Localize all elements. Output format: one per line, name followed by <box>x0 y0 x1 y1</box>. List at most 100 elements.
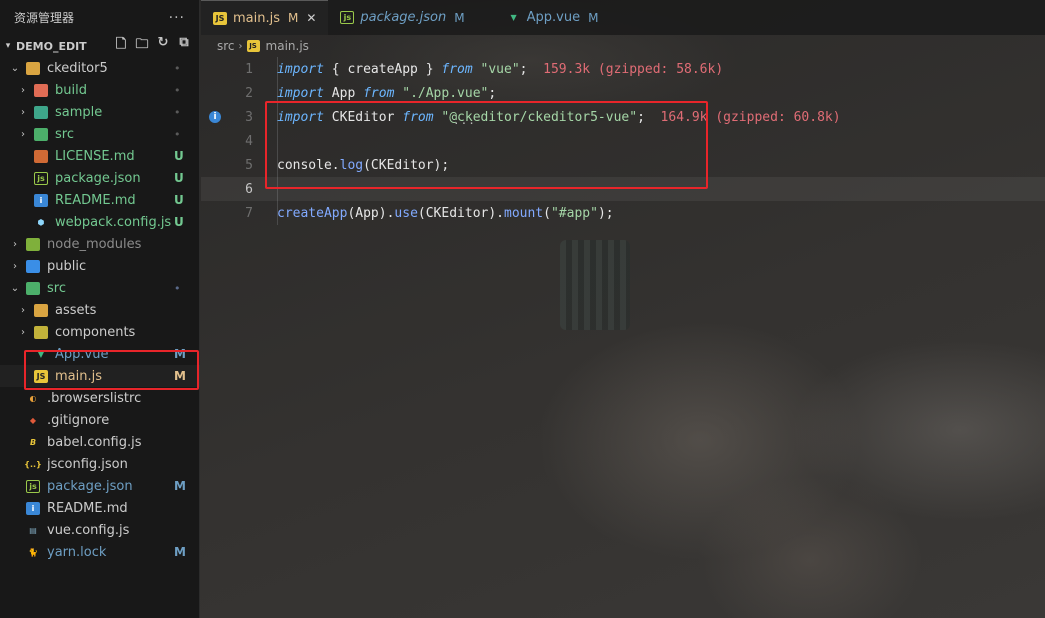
tree-item-sample[interactable]: › sample • <box>0 101 200 123</box>
tree-item-webpack-config[interactable]: ⬢ webpack.config.js U <box>0 211 200 233</box>
function-token: use <box>394 205 418 221</box>
breadcrumb: src › JS main.js <box>201 35 1045 57</box>
info-icon[interactable]: i <box>209 111 221 123</box>
code-editor[interactable]: 1 import { createApp } from "vue"; 159.3… <box>201 57 1045 257</box>
tree-item-readme[interactable]: i README.md U <box>0 189 200 211</box>
chevron-right-icon: › <box>21 326 25 338</box>
tree-item-components[interactable]: › components <box>0 321 200 343</box>
more-actions-icon[interactable]: ··· <box>169 10 185 26</box>
info-icon: i <box>34 193 48 207</box>
tree-item-src-root[interactable]: ⌄ src • <box>0 277 200 299</box>
code-token: ); <box>597 205 614 221</box>
tree-item-assets[interactable]: › assets <box>0 299 200 321</box>
tree-item-main-js[interactable]: JS main.js M <box>0 365 200 387</box>
code-line: 5 console.log(CKEditor); <box>201 153 1045 177</box>
code-token: CKEditor <box>323 109 403 125</box>
tree-item-src[interactable]: › src • <box>0 123 200 145</box>
line-number: 1 <box>245 61 253 77</box>
code-line: i 3 import CKEditor from "@ckeditor/cked… <box>201 105 1045 129</box>
code-text: console.log(CKEditor); <box>277 158 449 173</box>
code-line-current: 6 <box>201 177 1045 201</box>
code-token: (CKEditor); <box>363 157 450 173</box>
refresh-icon[interactable]: ↻ <box>156 35 170 57</box>
git-status-badge: U <box>174 171 184 185</box>
tab-label: main.js <box>233 10 280 26</box>
tree-item-label: main.js <box>55 368 102 384</box>
tree-item-label: public <box>47 258 87 274</box>
tab-package-json[interactable]: js package.json M <box>328 0 476 35</box>
tree-item-label: webpack.config.js <box>55 214 172 230</box>
tab-status: M <box>288 11 299 25</box>
editor-tabs: JS main.js M ✕ js package.json M ▼ App.v… <box>201 0 1045 35</box>
workspace-root[interactable]: ▾ DEMO_EDIT 🗋 🗀 ↻ ⧉ <box>0 35 199 57</box>
js-file-icon: JS <box>34 369 48 383</box>
tab-main-js[interactable]: JS main.js M ✕ <box>201 0 329 35</box>
folder-icon <box>26 259 40 273</box>
tree-item-yarn-lock[interactable]: 🐈 yarn.lock M <box>0 541 200 563</box>
tab-label: App.vue <box>526 10 581 25</box>
tree-item-jsconfig[interactable]: {..} jsconfig.json <box>0 453 200 475</box>
git-status-badge: U <box>174 193 184 207</box>
chevron-right-icon: › <box>13 260 17 272</box>
breadcrumb-item-src[interactable]: src <box>217 39 235 53</box>
tree-item-license[interactable]: LICENSE.md U <box>0 145 200 167</box>
close-icon[interactable]: ✕ <box>306 11 316 25</box>
tree-item-gitignore[interactable]: ◆ .gitignore <box>0 409 200 431</box>
chevron-right-icon: › <box>21 128 25 140</box>
tree-item-label: LICENSE.md <box>55 148 135 164</box>
tree-item-readme-root[interactable]: i README.md <box>0 497 200 519</box>
tree-item-label: node_modules <box>47 236 142 252</box>
tab-label: package.json <box>360 10 447 25</box>
tree-item-build[interactable]: › build • <box>0 79 200 101</box>
tree-item-label: package.json <box>55 170 141 186</box>
new-file-icon[interactable]: 🗋 <box>114 35 128 57</box>
tree-item-label: package.json <box>47 478 133 494</box>
line-number: 7 <box>245 205 253 221</box>
explorer-sidebar: 资源管理器 ··· ▾ DEMO_EDIT 🗋 🗀 ↻ ⧉ ⌄ ckeditor… <box>0 0 200 618</box>
code-token: (CKEditor). <box>417 205 504 221</box>
tree-item-public[interactable]: › public <box>0 255 200 277</box>
tree-item-label: vue.config.js <box>47 522 130 538</box>
code-token: ; <box>488 85 497 101</box>
folder-icon <box>26 281 40 295</box>
tree-item-package-json[interactable]: js package.json U <box>0 167 200 189</box>
tree-item-label: README.md <box>55 192 136 208</box>
collapse-all-icon[interactable]: ⧉ <box>177 35 191 57</box>
code-token: ( <box>543 205 551 221</box>
tab-status: M <box>588 10 599 25</box>
tree-item-package-json-root[interactable]: js package.json M <box>0 475 200 497</box>
vue-icon: ▼ <box>37 349 45 359</box>
function-token: mount <box>504 205 544 221</box>
keyword: import <box>277 109 324 125</box>
import-size-hint: 159.3k (gzipped: 58.6k) <box>527 61 724 77</box>
tree-item-ckeditor5[interactable]: ⌄ ckeditor5 • <box>0 57 200 79</box>
git-status-badge: U <box>174 215 184 229</box>
tree-item-app-vue[interactable]: ▼ App.vue M <box>0 343 200 365</box>
tree-item-node-modules[interactable]: › node_modules <box>0 233 200 255</box>
code-line: 7 createApp(App).use(CKEditor).mount("#a… <box>201 201 1045 225</box>
git-status-badge: M <box>174 479 186 493</box>
tab-app-vue[interactable]: ▼ App.vue M <box>477 0 611 35</box>
code-token: . <box>331 157 340 173</box>
json-icon: js <box>340 11 355 24</box>
tree-item-browserslistrc[interactable]: ◐ .browserslistrc <box>0 387 200 409</box>
tree-item-babel-config[interactable]: B babel.config.js <box>0 431 200 453</box>
git-status-badge: M <box>174 545 186 559</box>
quick-fix-dots[interactable]: ··· <box>453 117 476 130</box>
config-icon: ▤ <box>29 525 37 535</box>
code-line: 2 import App from "./App.vue"; <box>201 81 1045 105</box>
babel-icon: B <box>29 437 37 447</box>
license-icon <box>34 149 48 163</box>
breadcrumb-item-file[interactable]: main.js <box>266 39 309 53</box>
code-token: { createApp } <box>323 61 442 77</box>
chevron-right-icon: › <box>13 238 17 250</box>
status-dot: • <box>174 281 181 295</box>
yarn-icon: 🐈 <box>28 547 38 557</box>
workspace-root-label: DEMO_EDIT <box>16 39 87 53</box>
import-size-hint: 164.9k (gzipped: 60.8k) <box>644 109 841 125</box>
string-token: "./App.vue" <box>394 85 489 101</box>
line-number: 4 <box>245 133 253 149</box>
tree-item-vue-config[interactable]: ▤ vue.config.js <box>0 519 200 541</box>
js-file-icon: JS <box>213 11 227 25</box>
new-folder-icon[interactable]: 🗀 <box>135 35 149 57</box>
